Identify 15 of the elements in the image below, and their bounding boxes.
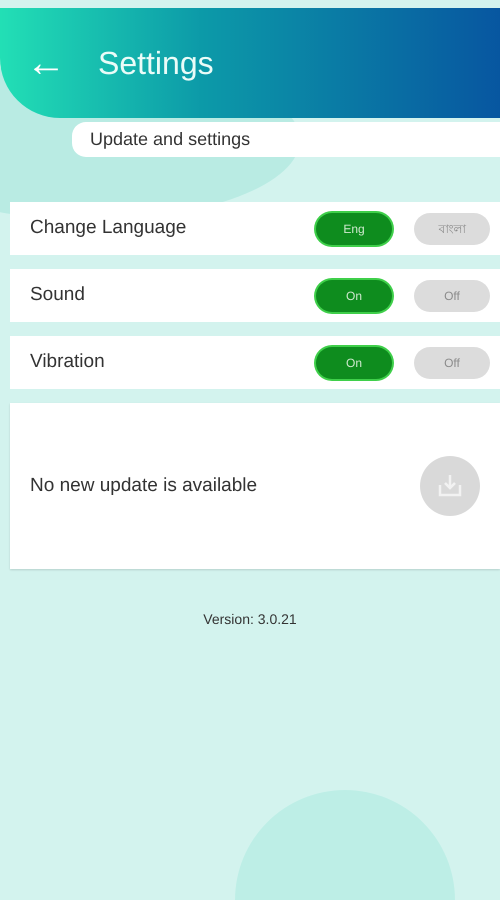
download-icon (436, 473, 464, 499)
option-button[interactable]: On (316, 280, 392, 312)
option-button[interactable]: Off (414, 280, 490, 312)
setting-label: Vibration (30, 350, 105, 374)
option-button[interactable]: On (316, 346, 392, 378)
option-button[interactable]: বাংলা (414, 212, 490, 244)
setting-label: Sound (30, 283, 85, 308)
option-button[interactable]: Eng (316, 212, 392, 244)
section-subtitle: Update and settings (72, 122, 500, 157)
setting-label: Change Language (30, 216, 186, 240)
version-text: Version: 3.0.21 (202, 610, 298, 629)
page-title: Settings (98, 44, 214, 83)
update-message: No new update is available (30, 474, 258, 498)
option-button[interactable]: Off (414, 346, 490, 378)
back-button[interactable]: ← (24, 43, 68, 83)
